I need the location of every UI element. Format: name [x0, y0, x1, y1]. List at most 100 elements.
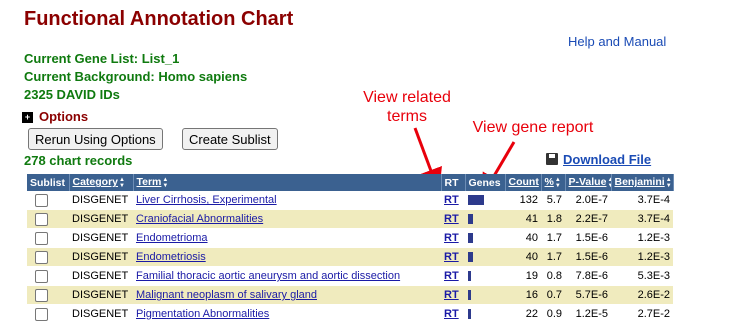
term-link[interactable]: Craniofacial Abnormalities — [136, 213, 263, 225]
count-cell: 41 — [505, 209, 541, 229]
gene-report-bar[interactable] — [468, 233, 473, 244]
term-cell: Endometriosis — [133, 247, 441, 267]
term-cell: Liver Cirrhosis, Experimental — [133, 191, 441, 210]
related-terms-link[interactable]: RT — [444, 232, 459, 244]
col-term[interactable]: Term▲ ▼ — [133, 174, 442, 191]
pvalue-cell: 1.5E-6 — [565, 247, 611, 267]
related-terms-link[interactable]: RT — [444, 251, 459, 263]
col-count[interactable]: Count▲▼ — [505, 174, 542, 191]
count-cell: 22 — [505, 304, 541, 324]
category-cell: DISGENET — [69, 191, 133, 210]
term-cell: Malignant neoplasm of salivary gland — [133, 285, 441, 305]
genes-cell — [465, 228, 505, 248]
benjamini-cell: 1.2E-3 — [611, 228, 673, 248]
related-terms-link[interactable]: RT — [444, 289, 459, 301]
percent-cell: 0.9 — [541, 304, 565, 324]
sublist-checkbox-cell — [27, 247, 69, 267]
sort-icon: ▲▼ — [665, 176, 672, 189]
pvalue-cell: 1.2E-5 — [565, 304, 611, 324]
benjamini-cell: 2.6E-2 — [611, 285, 673, 305]
gene-report-bar[interactable] — [468, 309, 471, 320]
related-terms-link[interactable]: RT — [444, 308, 459, 320]
table-header-row: Sublist Category▲ ▼ Term▲ ▼ RT Genes Count… — [27, 174, 674, 191]
sublist-checkbox-cell — [27, 191, 69, 210]
term-cell: Craniofacial Abnormalities — [133, 209, 441, 229]
rt-cell: RT — [441, 266, 465, 286]
pvalue-cell: 2.0E-7 — [565, 191, 611, 210]
col-benjamini[interactable]: Benjamini▲ ▼ — [611, 174, 674, 191]
gene-report-bar[interactable] — [468, 271, 471, 282]
category-cell: DISGENET — [69, 247, 133, 267]
sort-icon: ▲▼ — [119, 176, 125, 189]
gene-report-bar[interactable] — [468, 290, 471, 301]
col-pvalue[interactable]: P-Value▲▼ — [565, 174, 612, 191]
genes-cell — [465, 191, 505, 210]
category-cell: DISGENET — [69, 266, 133, 286]
term-link[interactable]: Liver Cirrhosis, Experimental — [136, 194, 277, 206]
percent-cell: 1.7 — [541, 247, 565, 267]
sublist-checkbox[interactable] — [35, 250, 48, 264]
sublist-checkbox-cell — [27, 304, 69, 324]
table-row: DISGENET Endometrioma RT 40 1.7 1.5E-6 1.2E-3 — [27, 228, 673, 248]
related-terms-link[interactable]: RT — [444, 194, 459, 206]
annotation-chart-table: Sublist Category▲ ▼ Term▲ ▼ RT Genes Count… — [27, 174, 674, 324]
count-cell: 40 — [505, 247, 541, 267]
percent-cell: 1.7 — [541, 228, 565, 248]
sublist-checkbox[interactable] — [35, 193, 48, 207]
sublist-checkbox[interactable] — [35, 288, 48, 302]
category-cell: DISGENET — [69, 228, 133, 248]
term-link[interactable]: Malignant neoplasm of salivary gland — [136, 289, 317, 301]
rt-cell: RT — [441, 285, 465, 305]
category-cell: DISGENET — [69, 304, 133, 324]
related-terms-link[interactable]: RT — [444, 270, 459, 282]
sublist-checkbox[interactable] — [35, 212, 48, 226]
pvalue-cell: 1.5E-6 — [565, 228, 611, 248]
related-terms-link[interactable]: RT — [444, 213, 459, 225]
table-row: DISGENET Liver Cirrhosis, Experimental RT 1… — [27, 191, 673, 210]
sublist-checkbox-cell — [27, 228, 69, 248]
sort-icon: ▲▼ — [607, 177, 610, 189]
sublist-checkbox-cell — [27, 209, 69, 229]
count-cell: 40 — [505, 228, 541, 248]
term-link[interactable]: Endometrioma — [136, 232, 208, 244]
percent-cell: 0.8 — [541, 266, 565, 286]
benjamini-cell: 5.3E-3 — [611, 266, 673, 286]
count-cell: 19 — [505, 266, 541, 286]
sublist-checkbox[interactable] — [35, 269, 48, 283]
col-sublist: Sublist — [27, 174, 70, 191]
sublist-checkbox[interactable] — [35, 231, 48, 245]
percent-cell: 0.7 — [541, 285, 565, 305]
term-cell: Pigmentation Abnormalities — [133, 304, 441, 324]
gene-report-bar[interactable] — [468, 214, 473, 225]
sort-icon: ▲▼ — [554, 176, 561, 189]
rt-cell: RT — [441, 247, 465, 267]
col-genes: Genes — [465, 174, 506, 191]
table-row: DISGENET Familial thoracic aortic aneurys… — [27, 266, 673, 286]
count-cell: 132 — [505, 191, 541, 210]
count-cell: 16 — [505, 285, 541, 305]
gene-report-bar[interactable] — [468, 195, 484, 206]
sublist-checkbox-cell — [27, 285, 69, 305]
genes-cell — [465, 209, 505, 229]
term-link[interactable]: Endometriosis — [136, 251, 206, 263]
sublist-checkbox-cell — [27, 266, 69, 286]
rt-cell: RT — [441, 209, 465, 229]
benjamini-cell: 3.7E-4 — [611, 209, 673, 229]
sublist-checkbox[interactable] — [35, 307, 48, 321]
pvalue-cell: 7.8E-6 — [565, 266, 611, 286]
table-row: DISGENET Malignant neoplasm of salivary g… — [27, 285, 673, 305]
col-percent[interactable]: %▲ ▼ — [541, 174, 566, 191]
gene-report-bar[interactable] — [468, 252, 473, 263]
term-link[interactable]: Pigmentation Abnormalities — [136, 308, 269, 320]
col-category[interactable]: Category▲ ▼ — [69, 174, 134, 191]
category-cell: DISGENET — [69, 285, 133, 305]
category-cell: DISGENET — [69, 209, 133, 229]
table-row: DISGENET Endometriosis RT 40 1.7 1.5E-6 1.2E-3 — [27, 247, 673, 267]
genes-cell — [465, 285, 505, 305]
pvalue-cell: 2.2E-7 — [565, 209, 611, 229]
table-row: DISGENET Pigmentation Abnormalities RT 22 0.… — [27, 304, 673, 324]
rt-cell: RT — [441, 228, 465, 248]
term-link[interactable]: Familial thoracic aortic aneurysm and ao… — [136, 270, 400, 282]
col-rt: RT — [441, 174, 466, 191]
sort-icon: ▲▼ — [162, 176, 169, 189]
